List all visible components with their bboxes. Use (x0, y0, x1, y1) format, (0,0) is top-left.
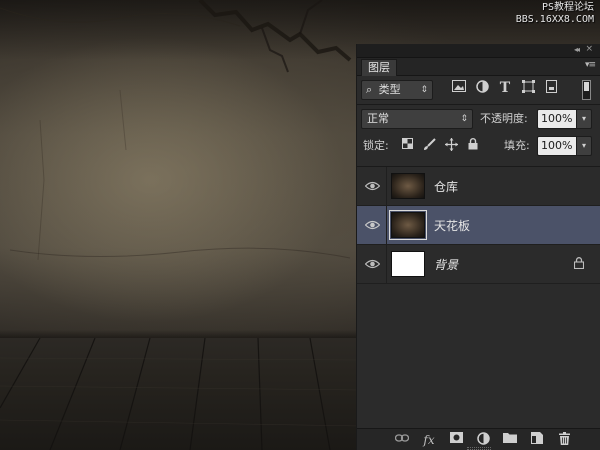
layer-filter-row: ⌕ 类型 ⇕ T (357, 76, 600, 104)
eye-icon (365, 181, 380, 191)
visibility-toggle[interactable] (357, 245, 387, 284)
link-layers-icon[interactable] (394, 432, 410, 448)
updown-arrow-icon: ⇕ (420, 85, 428, 95)
type-filter-icon[interactable]: T (497, 80, 513, 96)
panel-menu-icon[interactable]: ▾≡ (585, 60, 596, 70)
filter-kind-dropdown[interactable]: ⌕ 类型 ⇕ (361, 80, 433, 100)
collapse-panel-icon[interactable]: ◂◂ (574, 45, 580, 54)
watermark: PS教程论坛 BBS.16XX8.COM (516, 2, 594, 26)
layer-name[interactable]: 背景 (434, 256, 458, 273)
layer-thumbnail[interactable] (389, 210, 427, 240)
lock-image-pixels-icon[interactable] (422, 138, 436, 152)
visibility-toggle[interactable] (357, 206, 387, 245)
lock-label: 锁定: (363, 139, 389, 152)
filter-toggle-switch[interactable] (582, 80, 591, 100)
search-icon: ⌕ (366, 83, 373, 96)
lock-transparent-pixels-icon[interactable] (400, 138, 414, 152)
lock-row: 锁定: 填充: 100% ▾ (357, 133, 600, 161)
layer-row-selected[interactable]: 天花板 (357, 206, 600, 245)
layer-name[interactable]: 天花板 (434, 217, 470, 234)
new-adjustment-icon[interactable] (475, 432, 491, 448)
fx-icon[interactable]: fx (421, 432, 437, 448)
shape-filter-icon[interactable] (520, 80, 536, 96)
opacity-label: 不透明度: (480, 112, 528, 125)
panel-tab-bar: 图层 ▾≡ (357, 58, 600, 76)
lock-all-icon[interactable] (466, 138, 480, 152)
updown-arrow-icon: ⇕ (460, 114, 468, 124)
adjustment-filter-icon[interactable] (474, 80, 490, 96)
eye-icon (365, 259, 380, 269)
layer-row[interactable]: 背景 (357, 245, 600, 284)
blend-mode-value: 正常 (367, 112, 389, 125)
visibility-toggle[interactable] (357, 167, 387, 206)
blend-mode-dropdown[interactable]: 正常 ⇕ (361, 109, 473, 129)
watermark-line-1: PS教程论坛 (541, 2, 594, 13)
panel-bottom-toolbar: fx (357, 428, 600, 450)
opacity-input[interactable]: 100% (537, 109, 577, 129)
watermark-line-2: BBS.16XX8.COM (515, 14, 594, 25)
blend-row: 正常 ⇕ 不透明度: 100% ▾ (357, 105, 600, 133)
layer-name[interactable]: 仓库 (434, 178, 458, 195)
add-mask-icon[interactable] (448, 432, 464, 448)
new-group-icon[interactable] (502, 432, 518, 448)
eye-icon (365, 220, 380, 230)
image-filter-icon[interactable] (451, 80, 467, 96)
layers-list: 仓库 天花板 背景 (357, 166, 600, 428)
layer-lock-icon (573, 257, 585, 272)
delete-layer-icon[interactable] (556, 432, 572, 448)
fill-slider-toggle[interactable]: ▾ (576, 136, 592, 156)
layers-panel: ◂◂ × 图层 ▾≡ ⌕ 类型 ⇕ T 正常 ⇕ 不透明度: 100% ▾ 锁定… (356, 44, 600, 450)
layer-thumbnail[interactable] (391, 251, 425, 277)
layer-row[interactable]: 仓库 (357, 167, 600, 206)
fill-input[interactable]: 100% (537, 136, 577, 156)
fill-label: 填充: (504, 139, 530, 152)
layer-thumbnail[interactable] (391, 173, 425, 199)
panel-title-bar[interactable]: ◂◂ × (357, 44, 600, 58)
opacity-slider-toggle[interactable]: ▾ (576, 109, 592, 129)
smart-object-filter-icon[interactable] (543, 80, 559, 96)
tab-layers[interactable]: 图层 (361, 59, 397, 76)
filter-kind-label: 类型 (378, 83, 401, 96)
close-panel-icon[interactable]: × (585, 44, 593, 54)
new-layer-icon[interactable] (529, 432, 545, 448)
lock-position-icon[interactable] (444, 138, 458, 152)
